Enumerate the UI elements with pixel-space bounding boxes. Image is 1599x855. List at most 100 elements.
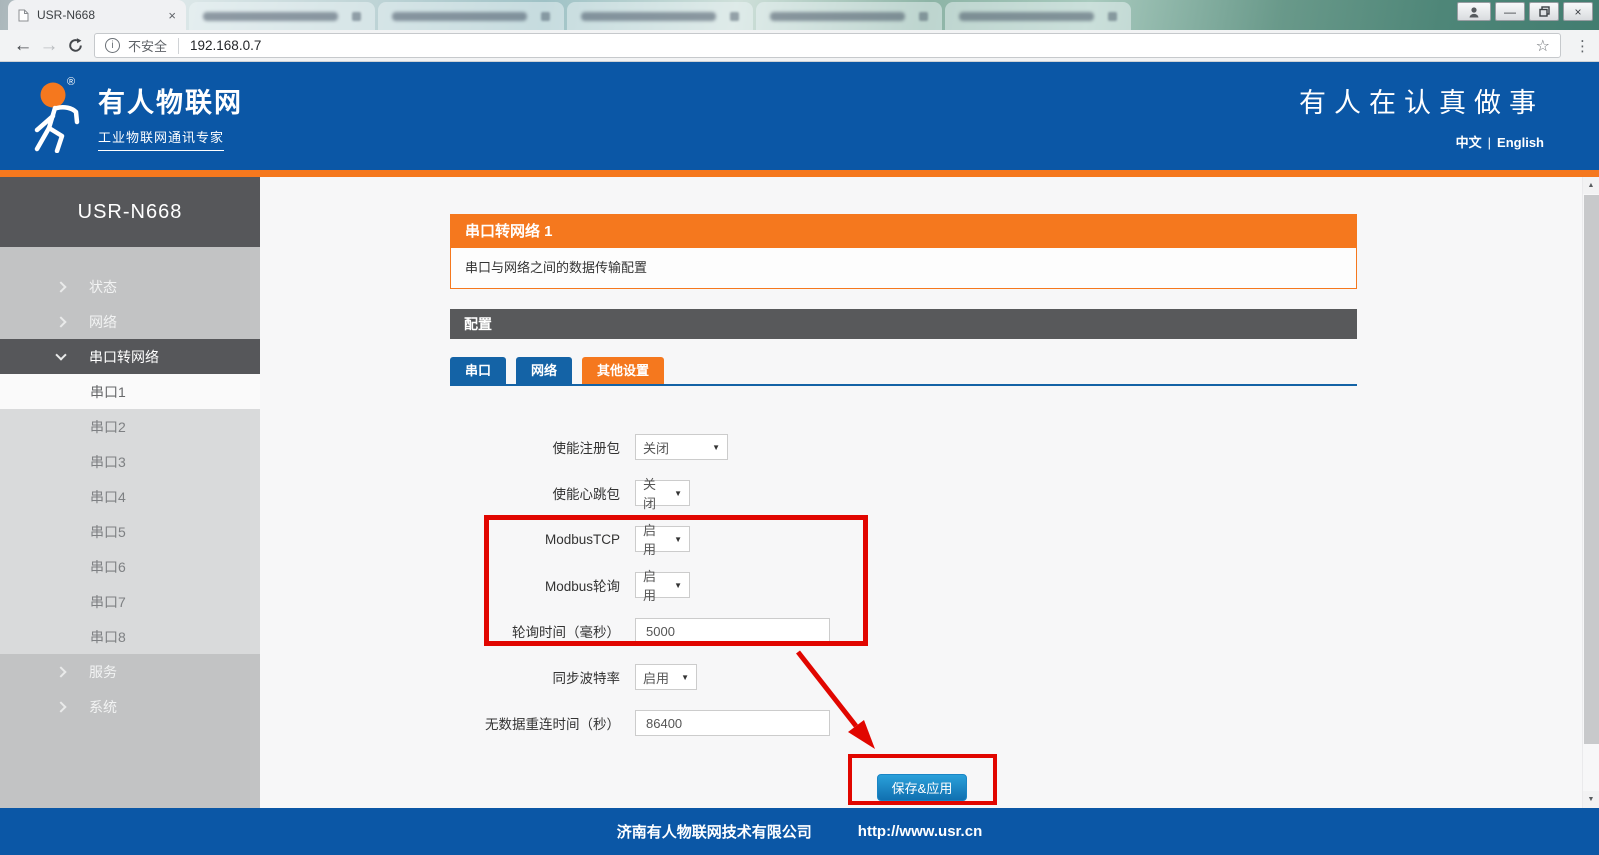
chevron-down-icon: ▼ xyxy=(674,581,682,590)
sidebar: USR-N668 状态 网络 串口转网络 串口1 串口2 串口3 串口4 串口5… xyxy=(0,177,260,808)
sidebar-item-label: 串口1 xyxy=(90,382,126,402)
tab-close-icon[interactable] xyxy=(730,12,739,21)
lang-english[interactable]: English xyxy=(1497,135,1544,150)
sidebar-item-label: 串口7 xyxy=(90,592,126,612)
sidebar-item-label: 串口2 xyxy=(90,417,126,437)
sidebar-item-serial4[interactable]: 串口4 xyxy=(0,479,260,514)
content-row: USR-N668 状态 网络 串口转网络 串口1 串口2 串口3 串口4 串口5… xyxy=(0,177,1599,808)
chevron-down-icon: ▼ xyxy=(681,673,689,682)
scroll-up-icon[interactable]: ▲ xyxy=(1583,177,1599,194)
browser-window: USR-N668 × — × ← → i xyxy=(0,0,1599,855)
reload-button[interactable] xyxy=(62,37,88,54)
sidebar-item-label: 状态 xyxy=(89,277,117,297)
sidebar-item-status[interactable]: 状态 xyxy=(0,269,260,304)
sidebar-item-serial3[interactable]: 串口3 xyxy=(0,444,260,479)
sidebar-nav: 状态 网络 串口转网络 串口1 串口2 串口3 串口4 串口5 串口6 串口7 … xyxy=(0,247,260,724)
enable-heartbeat-select[interactable]: 关闭 ▼ xyxy=(635,480,690,506)
tab-title: USR-N668 xyxy=(37,8,160,22)
modbus-poll-select[interactable]: 启用 ▼ xyxy=(635,572,690,598)
sidebar-item-service[interactable]: 服务 xyxy=(0,654,260,689)
sidebar-item-serial8[interactable]: 串口8 xyxy=(0,619,260,654)
form-row-enable-heartbeat: 使能心跳包 关闭 ▼ xyxy=(450,470,1357,516)
sidebar-item-serial-to-network[interactable]: 串口转网络 xyxy=(0,339,260,374)
tab-serial[interactable]: 串口 xyxy=(450,357,506,384)
slogan: 有人在认真做事 xyxy=(1299,81,1544,120)
background-tab[interactable] xyxy=(945,2,1131,30)
lang-chinese[interactable]: 中文 xyxy=(1456,135,1482,150)
brand-name: 有人物联网 xyxy=(98,81,243,120)
bookmark-star-icon[interactable]: ☆ xyxy=(1536,36,1550,56)
background-tab[interactable] xyxy=(189,2,375,30)
security-label[interactable]: 不安全 xyxy=(128,36,167,55)
tab-close-icon[interactable] xyxy=(541,12,550,21)
form-row-sync-baud: 同步波特率 启用 ▼ xyxy=(450,654,1357,700)
field-label: Modbus轮询 xyxy=(450,575,635,595)
poll-interval-input[interactable] xyxy=(635,618,830,644)
sidebar-item-label: 串口6 xyxy=(90,557,126,577)
brand: ® 有人物联网 工业物联网通讯专家 xyxy=(26,79,243,153)
background-tab[interactable] xyxy=(378,2,564,30)
browser-tab-strip: USR-N668 × — × xyxy=(0,0,1599,30)
modbustcp-select[interactable]: 启用 ▼ xyxy=(635,526,690,552)
sidebar-item-serial7[interactable]: 串口7 xyxy=(0,584,260,619)
footer-company: 济南有人物联网技术有限公司 xyxy=(617,821,812,842)
site-footer: 济南有人物联网技术有限公司 http://www.usr.cn xyxy=(0,808,1599,855)
no-data-reconnect-input[interactable] xyxy=(635,710,830,736)
footer-website-link[interactable]: http://www.usr.cn xyxy=(858,823,982,840)
sidebar-item-serial1[interactable]: 串口1 xyxy=(0,374,260,409)
sync-baudrate-select[interactable]: 启用 ▼ xyxy=(635,664,697,690)
url-text[interactable]: 192.168.0.7 xyxy=(190,38,1536,53)
save-apply-button[interactable]: 保存&应用 xyxy=(877,774,967,801)
browser-menu-icon[interactable]: ⋮ xyxy=(1575,37,1589,55)
chevron-right-icon xyxy=(55,666,66,677)
tab-close-icon[interactable] xyxy=(352,12,361,21)
close-button[interactable]: × xyxy=(1563,2,1593,21)
chevron-right-icon xyxy=(55,281,66,292)
active-tab[interactable]: USR-N668 × xyxy=(8,0,186,30)
person-icon xyxy=(1468,6,1480,18)
close-icon: × xyxy=(1574,6,1581,18)
registered-mark-icon: ® xyxy=(67,76,75,88)
background-tab[interactable] xyxy=(756,2,942,30)
blurred-tab-title xyxy=(581,12,716,21)
sidebar-item-label: 服务 xyxy=(89,662,117,682)
profile-button[interactable] xyxy=(1457,2,1491,21)
sidebar-item-serial5[interactable]: 串口5 xyxy=(0,514,260,549)
chevron-right-icon xyxy=(55,316,66,327)
chevron-down-icon: ▼ xyxy=(674,535,682,544)
address-bar[interactable]: i 不安全 192.168.0.7 ☆ xyxy=(94,33,1561,58)
tab-network[interactable]: 网络 xyxy=(516,357,572,384)
vertical-scrollbar[interactable]: ▲ ▼ xyxy=(1582,177,1599,808)
blurred-tab-title xyxy=(203,12,338,21)
scrollbar-thumb[interactable] xyxy=(1584,195,1599,744)
minimize-icon: — xyxy=(1504,6,1516,18)
info-icon[interactable]: i xyxy=(105,38,120,53)
tab-close-icon[interactable] xyxy=(1108,12,1117,21)
minimize-button[interactable]: — xyxy=(1495,2,1525,21)
tab-close-icon[interactable]: × xyxy=(168,9,176,22)
panel-serial-to-network: 串口转网络 1 串口与网络之间的数据传输配置 xyxy=(450,214,1357,289)
tab-close-icon[interactable] xyxy=(919,12,928,21)
sidebar-item-serial2[interactable]: 串口2 xyxy=(0,409,260,444)
sidebar-item-network[interactable]: 网络 xyxy=(0,304,260,339)
tab-other-settings[interactable]: 其他设置 xyxy=(582,357,664,384)
restore-button[interactable] xyxy=(1529,2,1559,21)
window-controls: — × xyxy=(1457,2,1593,21)
usr-figure-icon xyxy=(26,79,84,153)
sidebar-item-label: 串口转网络 xyxy=(89,347,159,367)
scroll-down-icon[interactable]: ▼ xyxy=(1583,791,1599,808)
config-section-title: 配置 xyxy=(450,309,1357,339)
sidebar-item-system[interactable]: 系统 xyxy=(0,689,260,724)
sidebar-item-label: 系统 xyxy=(89,697,117,717)
blurred-tab-title xyxy=(392,12,527,21)
lang-divider: | xyxy=(1488,135,1491,150)
form-row-no-data-reconnect: 无数据重连时间（秒） xyxy=(450,700,1357,746)
field-label: 同步波特率 xyxy=(450,667,635,687)
usr-logo: ® xyxy=(26,79,84,153)
enable-register-select[interactable]: 关闭 ▼ xyxy=(635,434,728,460)
back-button[interactable]: ← xyxy=(10,35,36,57)
select-value: 启用 xyxy=(643,668,669,687)
sidebar-item-label: 串口3 xyxy=(90,452,126,472)
background-tab[interactable] xyxy=(567,2,753,30)
sidebar-item-serial6[interactable]: 串口6 xyxy=(0,549,260,584)
